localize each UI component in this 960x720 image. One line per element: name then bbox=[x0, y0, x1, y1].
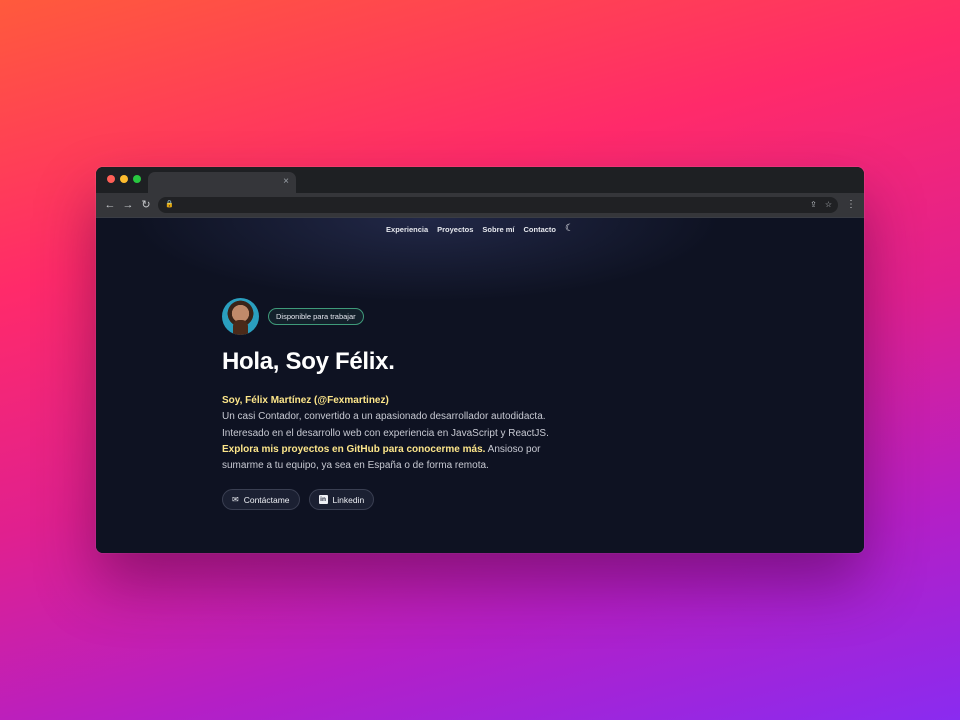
contact-button[interactable]: ✉ Contáctame bbox=[222, 489, 300, 511]
browser-menu-icon[interactable]: ⋮ bbox=[846, 193, 856, 217]
mail-icon: ✉ bbox=[232, 494, 239, 504]
intro-highlight: Soy, Félix Martínez (@Fexmartinez) bbox=[222, 395, 389, 406]
theme-toggle-moon-icon[interactable]: ☾ bbox=[565, 224, 574, 234]
nav-item-proyectos[interactable]: Proyectos bbox=[437, 225, 473, 234]
hero-section: Disponible para trabajar Hola, Soy Félix… bbox=[222, 298, 552, 511]
linkedin-button-label: Linkedin bbox=[332, 494, 365, 505]
reload-icon[interactable]: ↻ bbox=[137, 193, 155, 217]
forward-icon[interactable]: → bbox=[119, 193, 137, 217]
address-bar[interactable]: 🔒 ⇪ ☆ bbox=[158, 197, 838, 213]
back-icon[interactable]: ← bbox=[101, 193, 119, 217]
intro-paragraph: Soy, Félix Martínez (@Fexmartinez) Un ca… bbox=[222, 393, 552, 474]
browser-toolbar: ← → ↻ 🔒 ⇪ ☆ ⋮ bbox=[96, 193, 864, 217]
close-window-button[interactable] bbox=[107, 175, 115, 183]
avatar bbox=[222, 298, 259, 335]
tab-close-icon[interactable]: × bbox=[283, 175, 289, 189]
browser-window: × ← → ↻ 🔒 ⇪ ☆ ⋮ Experiencia Proyectos So… bbox=[96, 167, 864, 553]
availability-badge: Disponible para trabajar bbox=[268, 308, 364, 325]
nav-item-experiencia[interactable]: Experiencia bbox=[386, 225, 428, 234]
linkedin-button[interactable]: in Linkedin bbox=[308, 489, 375, 511]
bookmark-star-icon[interactable]: ☆ bbox=[825, 197, 832, 213]
window-controls bbox=[107, 175, 141, 183]
github-link[interactable]: Explora mis proyectos en GitHub para con… bbox=[222, 444, 485, 455]
title-bar: × bbox=[96, 167, 864, 193]
nav-item-sobre-mi[interactable]: Sobre mí bbox=[482, 225, 514, 234]
nav-item-contacto[interactable]: Contacto bbox=[524, 225, 557, 234]
page-content: Experiencia Proyectos Sobre mí Contacto … bbox=[96, 217, 864, 553]
intro-text-1: Un casi Contador, convertido a un apasio… bbox=[222, 411, 549, 439]
minimize-window-button[interactable] bbox=[120, 175, 128, 183]
lock-icon: 🔒 bbox=[165, 201, 174, 208]
page-title: Hola, Soy Félix. bbox=[222, 348, 395, 375]
linkedin-icon: in bbox=[318, 495, 328, 505]
contact-button-label: Contáctame bbox=[243, 494, 290, 505]
maximize-window-button[interactable] bbox=[133, 175, 141, 183]
top-nav: Experiencia Proyectos Sobre mí Contacto … bbox=[96, 224, 864, 234]
share-icon[interactable]: ⇪ bbox=[810, 197, 817, 213]
browser-tab[interactable]: × bbox=[148, 172, 296, 193]
